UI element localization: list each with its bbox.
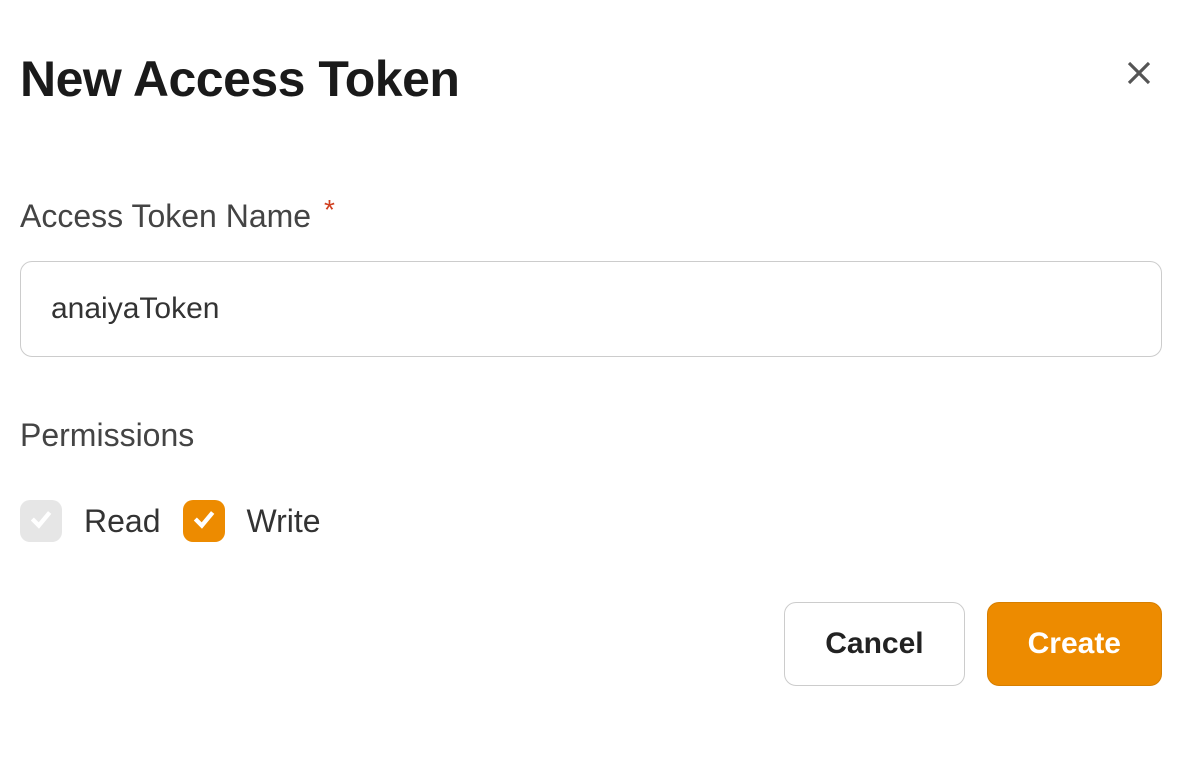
dialog-actions: Cancel Create xyxy=(20,602,1162,686)
permissions-section: Permissions Read Write xyxy=(20,417,1162,542)
token-name-label: Access Token Name * xyxy=(20,198,1162,235)
create-button[interactable]: Create xyxy=(987,602,1162,686)
write-permission-label: Write xyxy=(247,503,321,540)
dialog-header: New Access Token xyxy=(20,50,1162,108)
close-button[interactable] xyxy=(1116,50,1162,99)
required-indicator: * xyxy=(324,194,335,225)
permissions-row: Read Write xyxy=(20,500,1162,542)
read-permission-label: Read xyxy=(84,503,161,540)
close-icon xyxy=(1124,58,1154,91)
token-name-field: Access Token Name * xyxy=(20,198,1162,357)
check-icon xyxy=(191,506,217,537)
dialog-title: New Access Token xyxy=(20,50,459,108)
permissions-label: Permissions xyxy=(20,417,1162,454)
token-name-input[interactable] xyxy=(20,261,1162,357)
token-name-label-text: Access Token Name xyxy=(20,198,311,234)
write-checkbox[interactable] xyxy=(183,500,225,542)
read-checkbox xyxy=(20,500,62,542)
check-icon xyxy=(28,506,54,537)
cancel-button[interactable]: Cancel xyxy=(784,602,964,686)
